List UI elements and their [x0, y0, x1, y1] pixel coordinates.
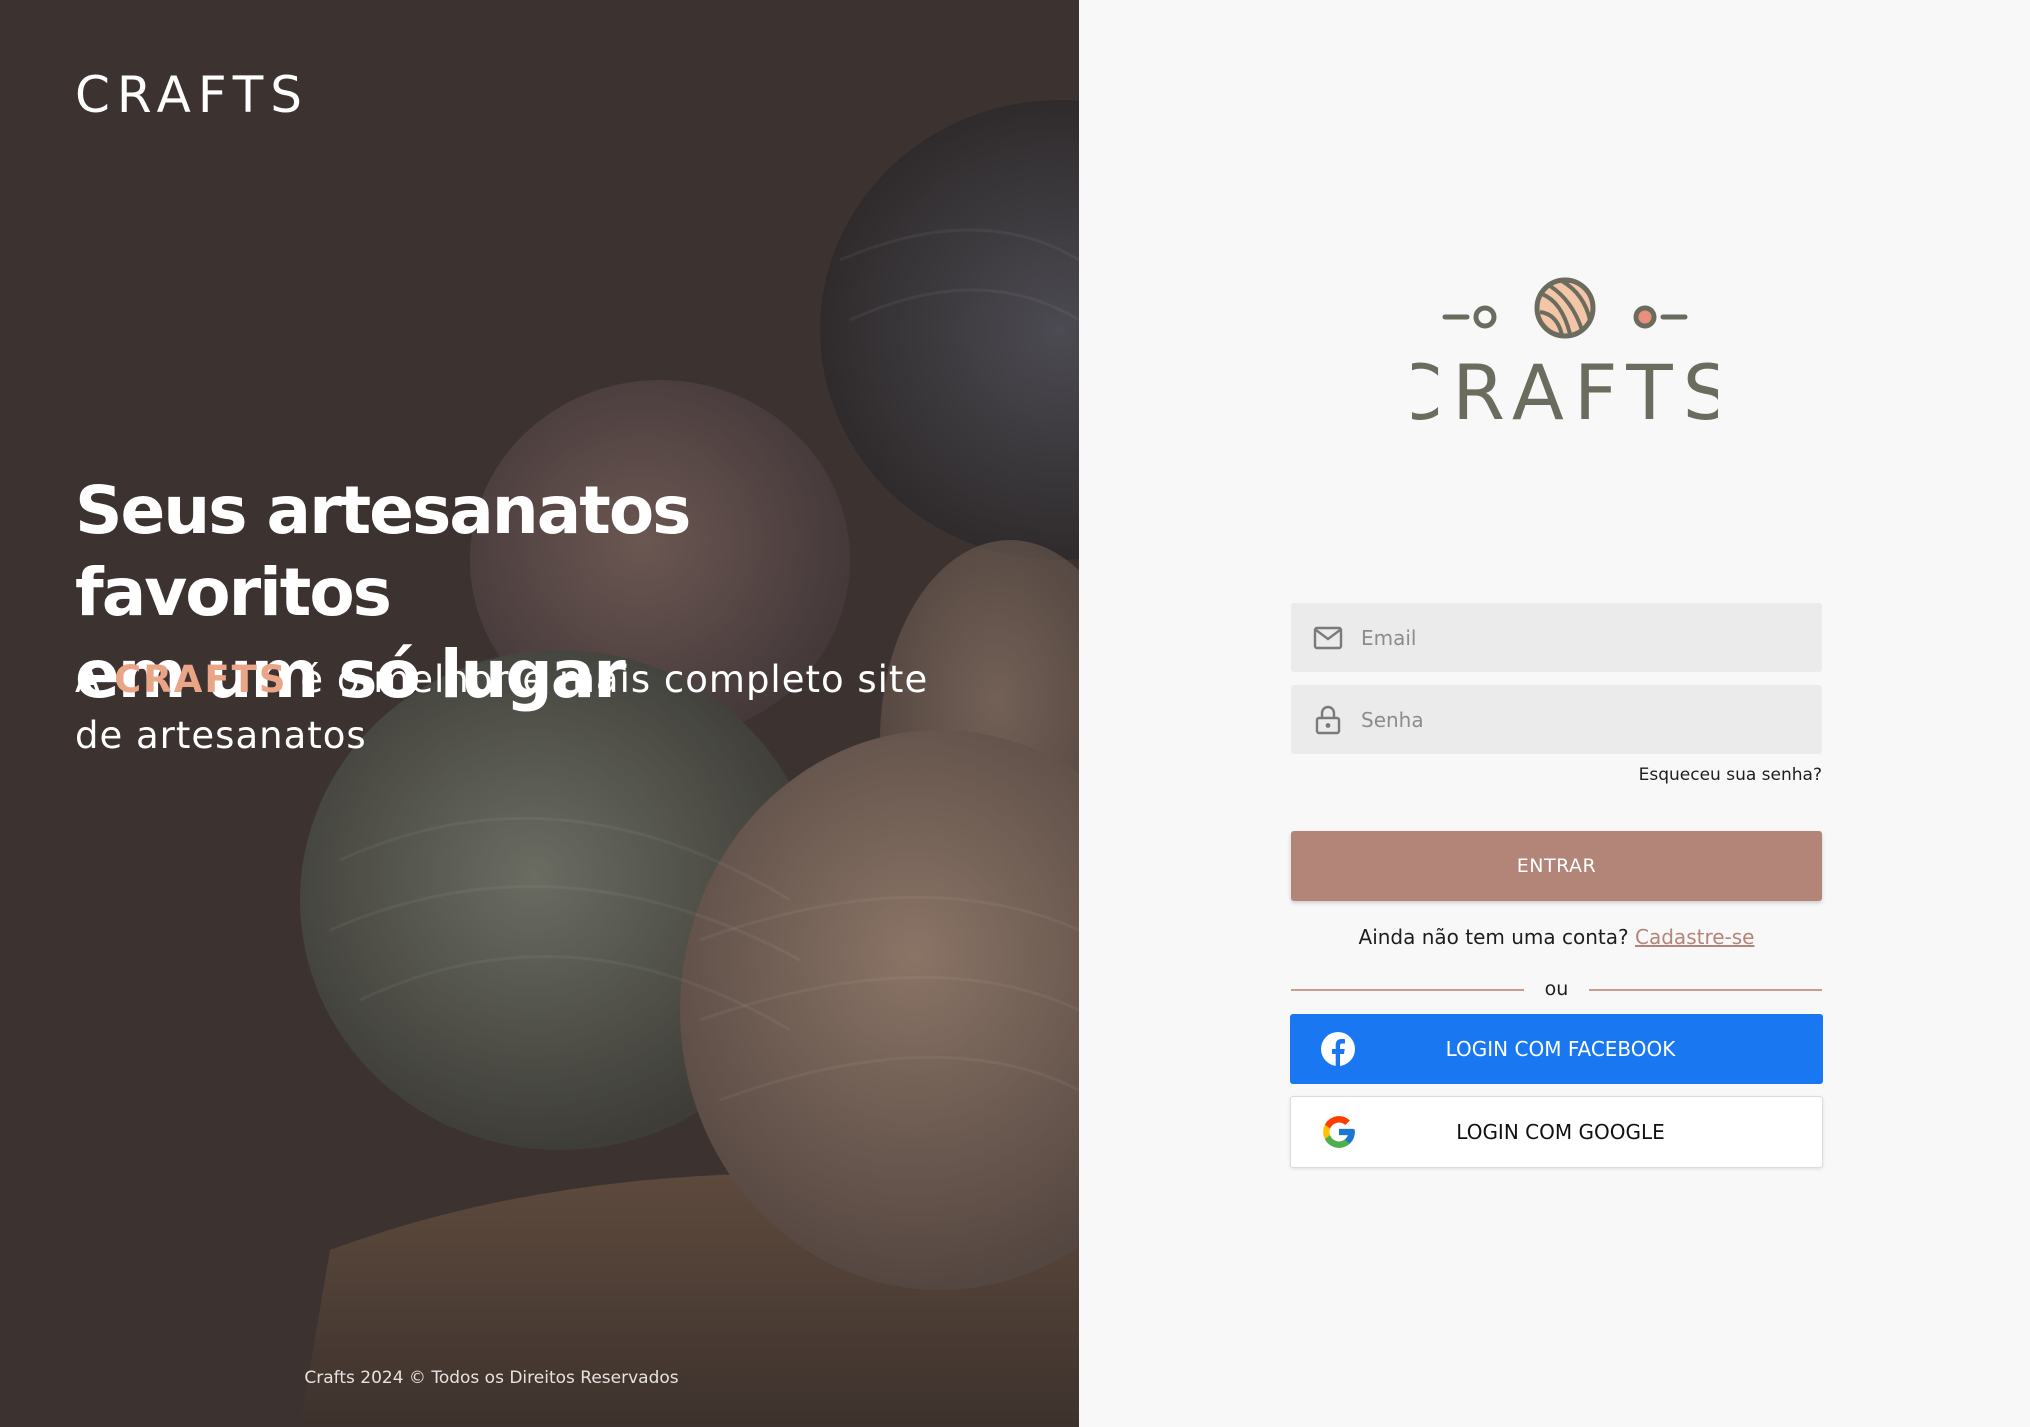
- logo-text: CRAFTS: [1412, 348, 1718, 437]
- password-input[interactable]: [1359, 684, 1822, 755]
- facebook-login-label: LOGIN COM FACEBOOK: [1445, 1037, 1676, 1061]
- hero-brand-logo: CRAFTS: [75, 66, 309, 124]
- login-panel: CRAFTS Esqueceu sua senha? ENTRAR Ainda …: [1079, 0, 2030, 1427]
- forgot-password-link[interactable]: Esqueceu sua senha?: [1291, 765, 1822, 785]
- hero-panel: CRAFTS Seus artesanatos favoritos em um …: [0, 0, 1079, 1427]
- google-login-label: LOGIN COM GOOGLE: [1456, 1120, 1665, 1144]
- signup-prompt: Ainda não tem uma conta? Cadastre-se: [1291, 925, 1822, 949]
- envelope-icon: [1311, 621, 1345, 655]
- lock-icon: [1311, 703, 1345, 737]
- or-divider: ou: [1291, 978, 1822, 1002]
- email-field[interactable]: [1291, 602, 1822, 673]
- email-input[interactable]: [1359, 602, 1822, 673]
- hero-subtitle: A CRAFTS é o melhor e mais completo site…: [75, 652, 955, 764]
- facebook-icon: [1318, 1029, 1358, 1069]
- headline-line-1: Seus artesanatos favoritos: [75, 472, 691, 631]
- crafts-logo: CRAFTS: [1412, 277, 1718, 437]
- copyright-footer: Crafts 2024 © Todos os Direitos Reservad…: [304, 1368, 679, 1388]
- facebook-login-button[interactable]: LOGIN COM FACEBOOK: [1290, 1014, 1823, 1084]
- google-login-button[interactable]: LOGIN COM GOOGLE: [1290, 1096, 1823, 1168]
- divider-line-right: [1589, 989, 1822, 991]
- subtitle-prefix: A: [75, 658, 115, 701]
- signup-link[interactable]: Cadastre-se: [1635, 925, 1754, 949]
- google-icon: [1319, 1112, 1359, 1152]
- password-field[interactable]: [1291, 684, 1822, 755]
- signup-prompt-text: Ainda não tem uma conta?: [1358, 925, 1629, 949]
- yarn-ball-logo-icon: [1442, 277, 1688, 339]
- subtitle-brand: CRAFTS: [114, 658, 288, 701]
- login-submit-button[interactable]: ENTRAR: [1291, 831, 1822, 901]
